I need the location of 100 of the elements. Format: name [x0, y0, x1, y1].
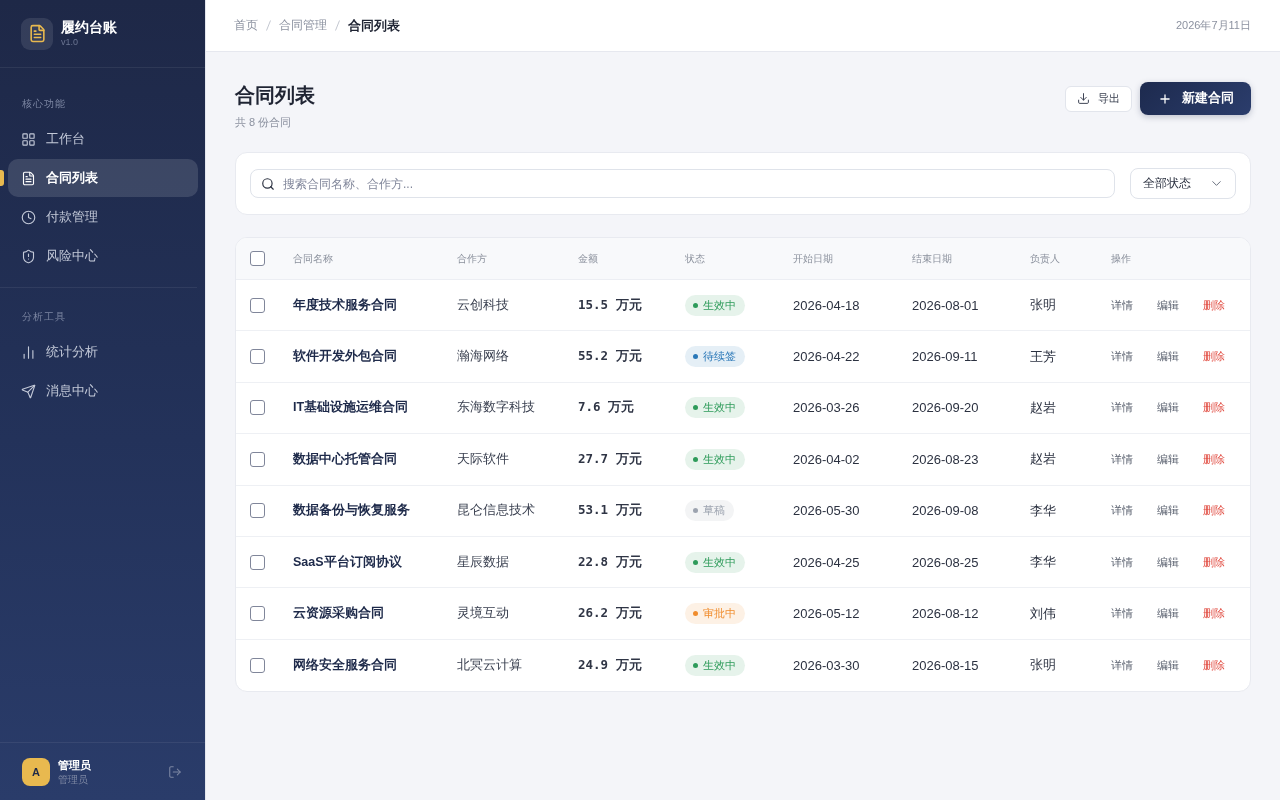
end-date: 2026-08-12 — [912, 606, 979, 622]
select-all-checkbox[interactable] — [250, 251, 265, 266]
status-badge: 审批中 — [685, 603, 745, 625]
row-checkbox[interactable] — [250, 297, 265, 313]
search-icon — [261, 177, 275, 191]
end-date: 2026-09-11 — [912, 349, 978, 365]
start-date: 2026-05-12 — [793, 606, 860, 622]
details-link[interactable]: 详情 — [1111, 503, 1133, 519]
logo-icon — [21, 17, 53, 50]
row-checkbox[interactable] — [250, 657, 265, 673]
sidebar-item[interactable]: 付款管理 — [8, 198, 198, 236]
contract-amount: 15.5 万元 — [578, 296, 642, 314]
edit-link[interactable]: 编辑 — [1157, 349, 1179, 365]
contract-name: 数据备份与恢复服务 — [293, 502, 410, 520]
contract-name: 年度技术服务合同 — [293, 296, 397, 314]
row-checkbox[interactable] — [250, 400, 265, 416]
row-checkbox[interactable] — [250, 451, 265, 467]
column-header: 负责人 — [1030, 251, 1060, 266]
bar-chart-icon — [21, 344, 36, 360]
contract-count: 共 8 份合同 — [235, 115, 292, 129]
contract-amount: 24.9 万元 — [578, 656, 642, 674]
contract-name: 数据中心托管合同 — [293, 450, 397, 468]
contract-amount: 53.1 万元 — [578, 502, 642, 520]
status-badge: 生效中 — [685, 448, 745, 470]
partner-name: 星辰数据 — [457, 553, 509, 571]
active-indicator — [0, 170, 4, 186]
search-field[interactable]: 搜索合同名称、合作方... — [250, 169, 1115, 198]
column-header: 结束日期 — [912, 251, 952, 266]
start-date: 2026-05-30 — [793, 503, 860, 519]
delete-link[interactable]: 删除 — [1203, 657, 1225, 673]
sidebar-item[interactable]: 统计分析 — [8, 333, 198, 371]
status-badge: 生效中 — [685, 397, 745, 419]
section-label: 分析工具 — [21, 310, 66, 324]
end-date: 2026-09-08 — [912, 503, 979, 519]
row-checkbox[interactable] — [250, 554, 265, 570]
contract-name: 网络安全服务合同 — [293, 656, 397, 674]
shield-icon — [21, 248, 36, 264]
edit-link[interactable]: 编辑 — [1157, 657, 1179, 673]
end-date: 2026-08-15 — [912, 657, 979, 673]
row-checkbox[interactable] — [250, 503, 265, 519]
contract-name: IT基础设施运维合同 — [293, 399, 409, 417]
details-link[interactable]: 详情 — [1111, 349, 1133, 365]
details-link[interactable]: 详情 — [1111, 657, 1133, 673]
owner-name: 李华 — [1030, 553, 1056, 572]
partner-name: 瀚海网络 — [457, 348, 509, 366]
delete-link[interactable]: 删除 — [1203, 400, 1225, 416]
edit-link[interactable]: 编辑 — [1157, 400, 1179, 416]
details-link[interactable]: 详情 — [1111, 451, 1133, 467]
details-link[interactable]: 详情 — [1111, 554, 1133, 570]
status-badge: 生效中 — [685, 294, 745, 316]
start-date: 2026-03-26 — [793, 400, 860, 416]
edit-link[interactable]: 编辑 — [1157, 297, 1179, 313]
status-select[interactable]: 全部状态 — [1130, 168, 1236, 199]
partner-name: 云创科技 — [457, 296, 509, 314]
new-contract-button[interactable]: 新建合同 — [1140, 82, 1251, 115]
row-checkbox[interactable] — [250, 606, 265, 622]
start-date: 2026-04-25 — [793, 554, 860, 570]
delete-link[interactable]: 删除 — [1203, 297, 1225, 313]
owner-name: 赵岩 — [1030, 398, 1056, 417]
sidebar-item[interactable]: 消息中心 — [8, 372, 198, 410]
partner-name: 灵境互动 — [457, 605, 509, 623]
end-date: 2026-08-25 — [912, 554, 979, 570]
delete-link[interactable]: 删除 — [1203, 606, 1225, 622]
user-role: 管理员 — [58, 772, 88, 786]
row-checkbox[interactable] — [250, 349, 265, 365]
user-avatar: A — [22, 757, 50, 786]
details-link[interactable]: 详情 — [1111, 606, 1133, 622]
details-link[interactable]: 详情 — [1111, 400, 1133, 416]
page-title: 合同列表 — [235, 83, 315, 108]
sidebar-item[interactable]: 工作台 — [8, 120, 198, 158]
contract-name: 软件开发外包合同 — [293, 348, 397, 366]
start-date: 2026-03-30 — [793, 657, 860, 673]
owner-name: 王芳 — [1030, 347, 1056, 366]
owner-name: 李华 — [1030, 501, 1056, 520]
edit-link[interactable]: 编辑 — [1157, 503, 1179, 519]
section-label: 核心功能 — [21, 97, 66, 111]
delete-link[interactable]: 删除 — [1203, 451, 1225, 467]
contract-name: SaaS平台订阅协议 — [293, 553, 402, 571]
edit-link[interactable]: 编辑 — [1157, 554, 1179, 570]
logout-icon — [168, 764, 182, 779]
column-header: 合作方 — [457, 251, 487, 266]
plus-icon — [1158, 91, 1172, 106]
partner-name: 北冥云计算 — [457, 656, 522, 674]
delete-link[interactable]: 删除 — [1203, 554, 1225, 570]
contract-amount: 22.8 万元 — [578, 553, 642, 571]
edit-link[interactable]: 编辑 — [1157, 451, 1179, 467]
status-badge: 待续签 — [685, 346, 745, 368]
edit-link[interactable]: 编辑 — [1157, 606, 1179, 622]
sidebar-item[interactable]: 风险中心 — [8, 237, 198, 275]
details-link[interactable]: 详情 — [1111, 297, 1133, 313]
delete-link[interactable]: 删除 — [1203, 503, 1225, 519]
app-version: v1.0 — [61, 37, 78, 48]
end-date: 2026-08-23 — [912, 451, 979, 467]
status-badge: 生效中 — [685, 654, 745, 676]
owner-name: 刘伟 — [1030, 604, 1056, 623]
owner-name: 赵岩 — [1030, 450, 1056, 469]
contract-name: 云资源采购合同 — [293, 605, 384, 623]
delete-link[interactable]: 删除 — [1203, 349, 1225, 365]
owner-name: 张明 — [1030, 656, 1056, 675]
export-button[interactable]: 导出 — [1065, 85, 1132, 112]
